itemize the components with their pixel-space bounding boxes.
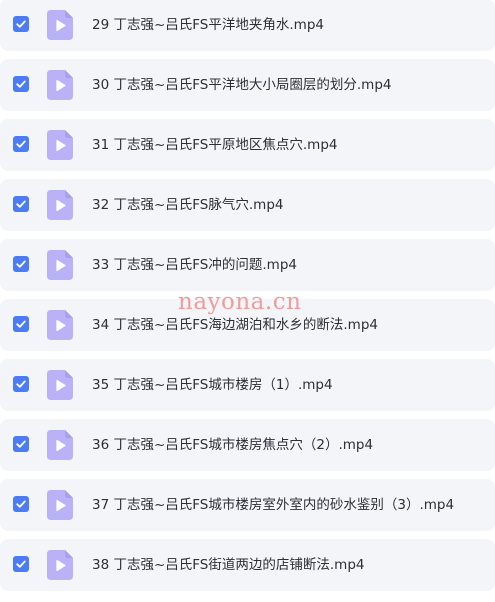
video-file-play-icon [47,250,73,280]
file-checkbox[interactable] [13,316,29,332]
file-checkbox[interactable] [13,256,29,272]
file-row[interactable]: 37 丁志强~吕氏FS城市楼房室外室内的砂水鉴别（3）.mp4 [0,479,495,531]
file-list: 29 丁志强~吕氏FS平洋地夹角水.mp4 30 丁志强~吕氏FS平洋地大小局圈层… [0,0,495,602]
file-checkbox[interactable] [13,436,29,452]
video-file-play-icon [47,370,73,400]
video-file-play-icon [47,130,73,160]
file-name[interactable]: 38 丁志强~吕氏FS街道两边的店铺断法.mp4 [92,539,364,591]
file-checkbox[interactable] [13,76,29,92]
check-icon [16,500,26,508]
file-name[interactable]: 36 丁志强~吕氏FS城市楼房焦点穴（2）.mp4 [92,419,373,471]
file-checkbox[interactable] [13,376,29,392]
file-name[interactable]: 34 丁志强~吕氏FS海边湖泊和水乡的断法.mp4 [92,299,378,351]
file-row[interactable]: 32 丁志强~吕氏FS脉气穴.mp4 [0,179,495,231]
video-file-play-icon [47,190,73,220]
file-checkbox[interactable] [13,556,29,572]
file-row[interactable]: 38 丁志强~吕氏FS街道两边的店铺断法.mp4 [0,539,495,591]
video-file-play-icon [47,550,73,580]
file-row[interactable]: 31 丁志强~吕氏FS平原地区焦点穴.mp4 [0,119,495,171]
file-name[interactable]: 31 丁志强~吕氏FS平原地区焦点穴.mp4 [92,119,337,171]
file-row[interactable]: 29 丁志强~吕氏FS平洋地夹角水.mp4 [0,0,495,51]
file-row[interactable]: 36 丁志强~吕氏FS城市楼房焦点穴（2）.mp4 [0,419,495,471]
file-name[interactable]: 35 丁志强~吕氏FS城市楼房（1）.mp4 [92,359,333,411]
file-checkbox[interactable] [13,136,29,152]
video-file-play-icon [47,430,73,460]
check-icon [16,20,26,28]
check-icon [16,440,26,448]
file-name[interactable]: 33 丁志强~吕氏FS冲的问题.mp4 [92,239,297,291]
file-name[interactable]: 29 丁志强~吕氏FS平洋地夹角水.mp4 [92,0,324,51]
check-icon [16,320,26,328]
video-file-play-icon [47,310,73,340]
check-icon [16,560,26,568]
file-row[interactable]: 35 丁志强~吕氏FS城市楼房（1）.mp4 [0,359,495,411]
check-icon [16,380,26,388]
check-icon [16,80,26,88]
file-row[interactable]: 33 丁志强~吕氏FS冲的问题.mp4 [0,239,495,291]
file-name[interactable]: 37 丁志强~吕氏FS城市楼房室外室内的砂水鉴别（3）.mp4 [92,479,454,531]
check-icon [16,140,26,148]
video-file-play-icon [47,70,73,100]
check-icon [16,260,26,268]
file-checkbox[interactable] [13,496,29,512]
video-file-play-icon [47,490,73,520]
file-row[interactable]: 30 丁志强~吕氏FS平洋地大小局圈层的划分.mp4 [0,59,495,111]
file-name[interactable]: 32 丁志强~吕氏FS脉气穴.mp4 [92,179,283,231]
check-icon [16,200,26,208]
file-name[interactable]: 30 丁志强~吕氏FS平洋地大小局圈层的划分.mp4 [92,59,391,111]
file-checkbox[interactable] [13,196,29,212]
file-checkbox[interactable] [13,16,29,32]
video-file-play-icon [47,10,73,40]
file-row[interactable]: 34 丁志强~吕氏FS海边湖泊和水乡的断法.mp4 [0,299,495,351]
